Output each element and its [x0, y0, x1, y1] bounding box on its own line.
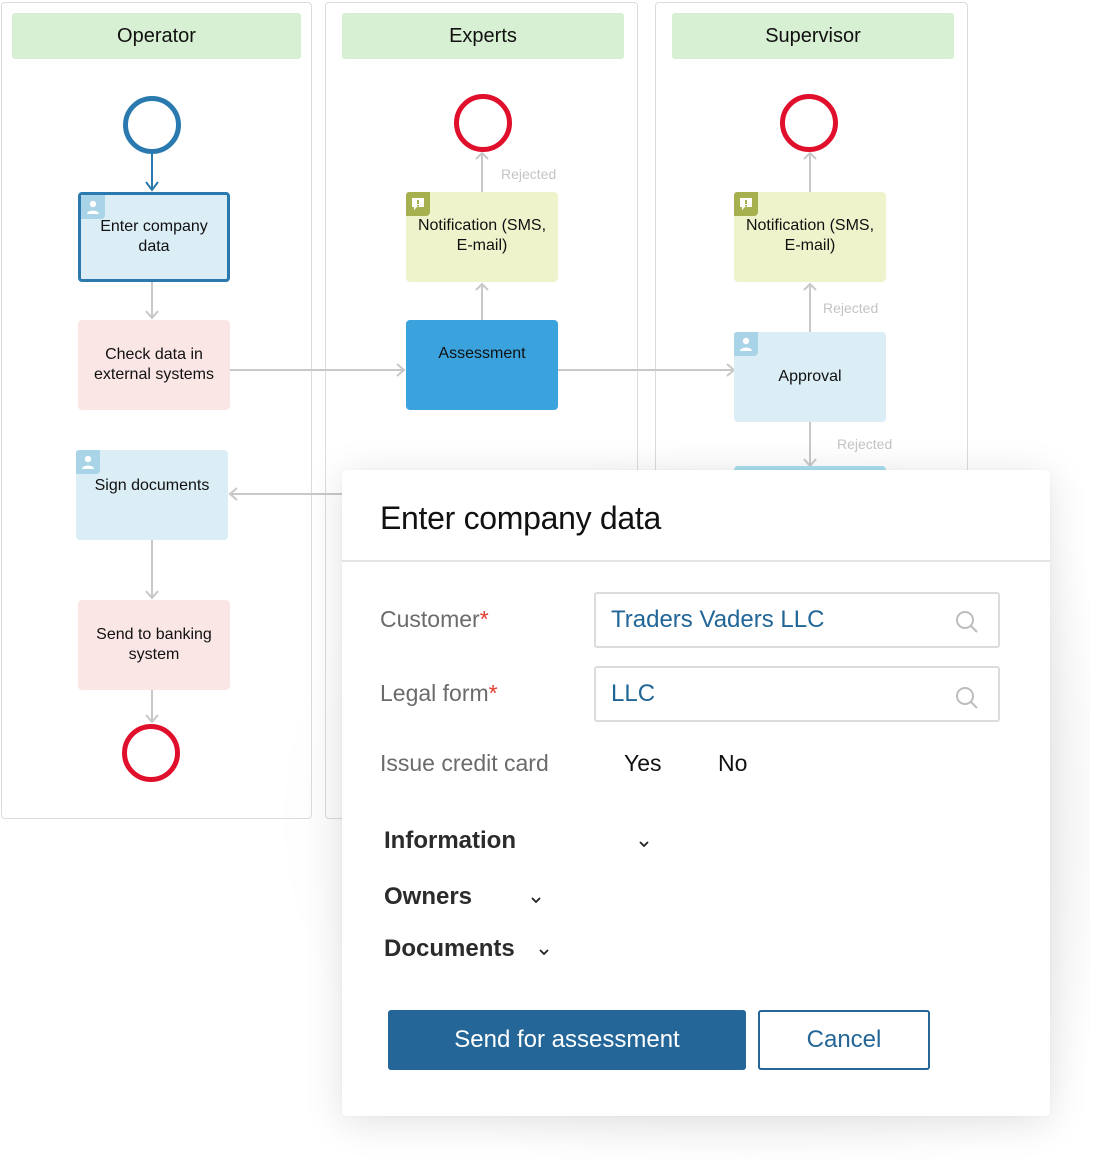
task-supervisor-notification[interactable]: Notification (SMS, E-mail) [734, 192, 886, 282]
section-information[interactable]: Information [384, 827, 516, 855]
task-enter-company-data[interactable]: Enter company data [78, 192, 230, 282]
chevron-down-icon[interactable] [530, 896, 542, 904]
task-check-data[interactable]: Check data in external systems [78, 320, 230, 410]
credit-card-label: Issue credit card [380, 750, 549, 776]
start-event[interactable] [123, 96, 181, 154]
credit-card-option-no[interactable]: No [718, 750, 747, 777]
legal-form-label-text: Legal form [380, 680, 489, 706]
task-label: Check data in external systems [93, 346, 215, 383]
task-label: Send to banking system [96, 626, 212, 663]
user-icon [81, 195, 105, 219]
enter-company-data-dialog: Enter company data Customer* Traders Vad… [342, 470, 1050, 1116]
customer-value: Traders Vaders LLC [611, 606, 825, 633]
chevron-down-icon[interactable] [638, 840, 650, 848]
send-for-assessment-button[interactable]: Send for assessment [388, 1010, 746, 1070]
required-mark: * [479, 606, 489, 632]
flow-label-rejected: Rejected [501, 166, 557, 182]
task-label: Notification (SMS, E-mail) [417, 217, 547, 254]
task-label: Enter company data [100, 218, 208, 255]
end-event-experts[interactable] [454, 94, 512, 152]
message-alert-icon [406, 192, 430, 216]
legal-form-label: Legal form* [380, 680, 498, 707]
cancel-button[interactable]: Cancel [758, 1010, 930, 1070]
customer-label: Customer* [380, 606, 489, 633]
lane-header-operator: Operator [12, 13, 301, 59]
user-icon [734, 332, 758, 356]
end-event-operator[interactable] [122, 724, 180, 782]
task-experts-notification[interactable]: Notification (SMS, E-mail) [406, 192, 558, 282]
task-label: Sign documents [94, 477, 210, 494]
search-icon[interactable] [954, 609, 980, 635]
task-label: Assessment [438, 345, 526, 362]
customer-field[interactable]: Traders Vaders LLC [594, 592, 1000, 648]
legal-form-value: LLC [611, 680, 656, 707]
task-label: Notification (SMS, E-mail) [745, 217, 875, 254]
task-label: Approval [778, 368, 842, 385]
dialog-divider [342, 560, 1050, 562]
legal-form-field[interactable]: LLC [594, 666, 1000, 722]
search-icon[interactable] [954, 685, 980, 711]
task-assessment[interactable]: Assessment [406, 320, 558, 410]
task-send-to-banking[interactable]: Send to banking system [78, 600, 230, 690]
user-icon [76, 450, 100, 474]
lane-header-supervisor: Supervisor [672, 13, 954, 59]
message-alert-icon [734, 192, 758, 216]
chevron-down-icon[interactable] [538, 948, 550, 956]
task-sign-documents[interactable]: Sign documents [76, 450, 228, 540]
flow-label-rejected: Rejected [823, 300, 879, 316]
lane-header-experts: Experts [342, 13, 624, 59]
dialog-title: Enter company data [380, 500, 661, 536]
customer-label-text: Customer [380, 606, 480, 632]
section-owners[interactable]: Owners [384, 883, 472, 911]
end-event-supervisor[interactable] [780, 94, 838, 152]
section-documents[interactable]: Documents [384, 935, 515, 963]
required-mark: * [488, 680, 498, 706]
credit-card-option-yes[interactable]: Yes [624, 750, 662, 777]
